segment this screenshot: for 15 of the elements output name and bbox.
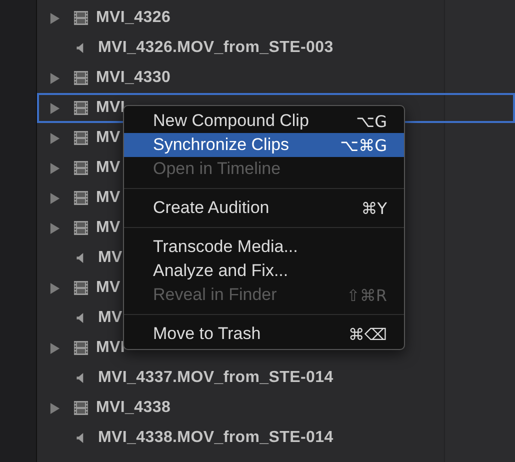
clip-name: MVI_4326 — [96, 9, 171, 27]
clip-name: MVI_4337.MOV_from_STE-014 — [98, 369, 334, 387]
clip-name: MV — [98, 309, 122, 327]
clip-name: MVI_4338.MOV_from_STE-014 — [98, 429, 334, 447]
clip-name: MVI_4330 — [96, 69, 171, 87]
clip-name: MVI — [96, 99, 126, 117]
clip-name: MV — [96, 129, 120, 147]
clip-name: MV — [98, 249, 122, 267]
clip-name: MVI_4338 — [96, 399, 171, 417]
clip-name: MVI — [96, 339, 126, 357]
clip-name: MV — [96, 189, 120, 207]
clip-name: MV — [96, 219, 120, 237]
clip-name: MV — [96, 279, 120, 297]
clip-name: MVI_4326.MOV_from_STE-003 — [98, 39, 334, 57]
clip-name: MV — [96, 159, 120, 177]
